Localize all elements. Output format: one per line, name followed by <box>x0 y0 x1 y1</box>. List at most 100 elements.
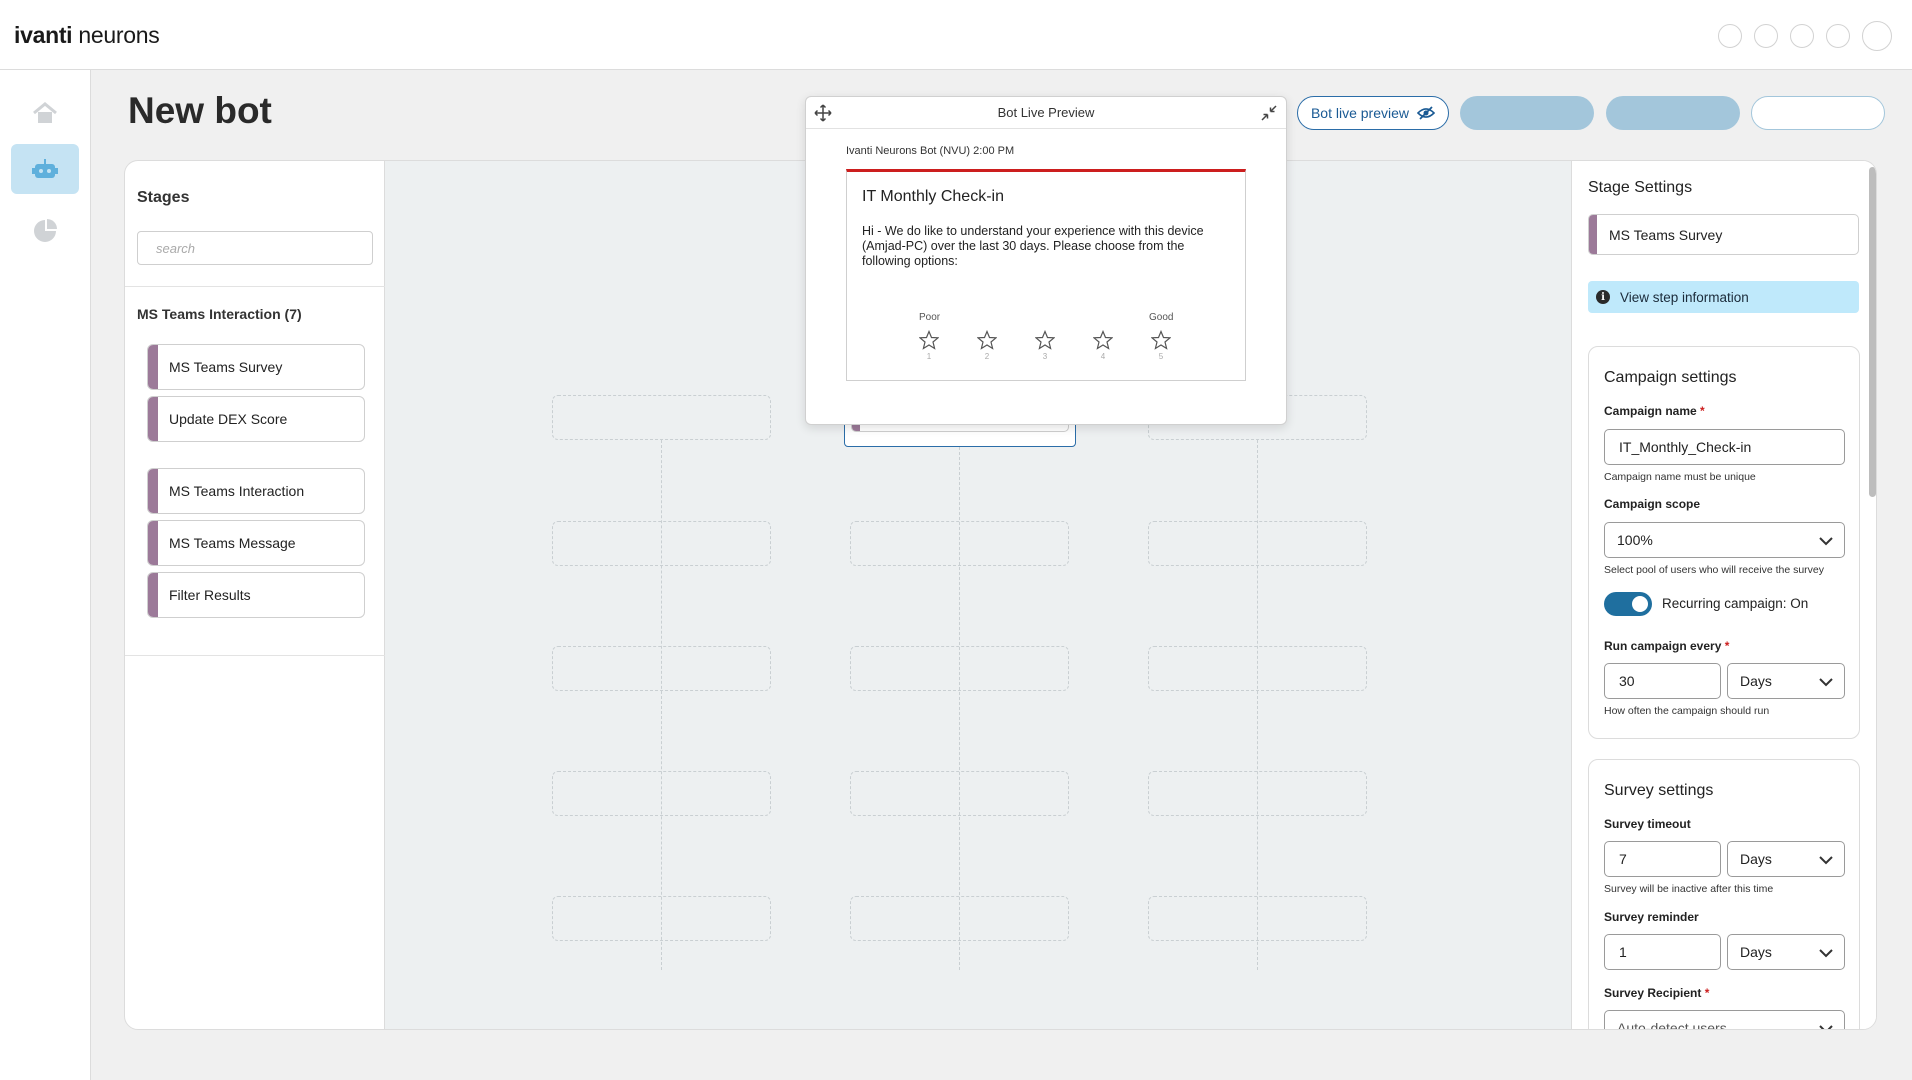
stage-marker <box>148 521 158 565</box>
stage-card-label: MS Teams Survey <box>169 359 283 375</box>
header-button-2[interactable] <box>1606 96 1740 130</box>
stage-marker <box>148 345 158 389</box>
nav-analytics[interactable] <box>11 206 79 256</box>
collapse-icon[interactable] <box>1260 104 1278 122</box>
connector-line <box>1257 440 1258 970</box>
star-icon[interactable] <box>1035 330 1055 350</box>
survey-timeout-help: Survey will be inactive after this time <box>1604 883 1774 895</box>
run-campaign-every-label: Run campaign every * <box>1604 639 1730 653</box>
run-campaign-every-input[interactable] <box>1604 663 1721 699</box>
survey-timeout-unit-select[interactable]: Days <box>1727 841 1845 877</box>
star-number: 2 <box>984 352 990 361</box>
empty-slot[interactable] <box>850 771 1069 816</box>
settings-scrollbar[interactable] <box>1869 167 1876 497</box>
survey-reminder-unit-select[interactable]: Days <box>1727 934 1845 970</box>
stage-card-label: Update DEX Score <box>169 411 288 427</box>
survey-card-body: Hi - We do like to understand your exper… <box>862 224 1204 268</box>
stage-card[interactable]: MS Teams Interaction <box>147 468 365 514</box>
stage-card[interactable]: Filter Results <box>147 572 365 618</box>
campaign-scope-value: 100% <box>1617 532 1653 548</box>
stages-title: Stages <box>137 189 190 206</box>
left-navigation <box>0 70 91 1080</box>
star-number: 4 <box>1100 352 1106 361</box>
divider <box>125 286 385 287</box>
empty-slot[interactable] <box>552 395 771 440</box>
campaign-scope-label: Campaign scope <box>1604 497 1701 511</box>
home-icon <box>33 102 57 123</box>
star-icon[interactable] <box>1093 330 1113 350</box>
survey-reminder-input[interactable] <box>1604 934 1721 970</box>
header-button-1[interactable] <box>1460 96 1594 130</box>
empty-slot[interactable] <box>552 646 771 691</box>
campaign-name-help: Campaign name must be unique <box>1604 471 1756 483</box>
survey-card-title: IT Monthly Check-in <box>862 188 1004 205</box>
preview-message-meta: Ivanti Neurons Bot (NVU) 2:00 PM <box>846 145 1015 157</box>
top-bar: ivanti neurons <box>0 0 1912 70</box>
stage-settings-title: Stage Settings <box>1588 179 1693 196</box>
star-number: 3 <box>1042 352 1048 361</box>
header-action-icon-2[interactable] <box>1754 24 1778 48</box>
preview-header[interactable]: Bot Live Preview <box>806 97 1286 129</box>
survey-recipient-select[interactable]: Auto-detect users <box>1604 1010 1845 1029</box>
empty-slot[interactable] <box>552 771 771 816</box>
empty-slot[interactable] <box>552 896 771 941</box>
bot-live-preview-button[interactable]: Bot live preview <box>1297 96 1449 130</box>
empty-slot[interactable] <box>850 521 1069 566</box>
campaign-scope-select[interactable]: 100% <box>1604 522 1845 558</box>
bot-live-preview-label: Bot live preview <box>1310 105 1410 121</box>
empty-slot[interactable] <box>1148 646 1367 691</box>
stage-marker <box>148 397 158 441</box>
stages-search-input[interactable] <box>137 231 373 265</box>
stage-selector[interactable]: MS Teams Survey <box>1588 214 1859 255</box>
divider <box>125 655 385 656</box>
stage-marker <box>1589 215 1597 254</box>
chevron-down-icon <box>1819 949 1833 958</box>
empty-slot[interactable] <box>850 646 1069 691</box>
stage-card[interactable]: MS Teams Message <box>147 520 365 566</box>
star-icon[interactable] <box>1151 330 1171 350</box>
info-icon: i <box>1596 290 1610 304</box>
bot-live-preview-window: Bot Live Preview Ivanti Neurons Bot (NVU… <box>805 96 1287 425</box>
chevron-down-icon <box>1819 678 1833 687</box>
survey-timeout-input[interactable] <box>1604 841 1721 877</box>
header-action-icon-3[interactable] <box>1790 24 1814 48</box>
stage-card-label: Filter Results <box>169 587 251 603</box>
empty-slot[interactable] <box>1148 771 1367 816</box>
campaign-scope-help: Select pool of users who will receive th… <box>1604 564 1825 576</box>
survey-settings-card: Survey settings Survey timeout Days Surv… <box>1588 759 1860 1029</box>
run-campaign-unit-value: Days <box>1740 673 1772 689</box>
survey-reminder-unit-value: Days <box>1740 944 1772 960</box>
stages-panel: Stages MS Teams Interaction (7) MS Teams… <box>125 161 385 1029</box>
move-icon[interactable] <box>814 104 832 122</box>
rating-high-label: Good <box>1149 312 1174 323</box>
star-number: 1 <box>926 352 932 361</box>
stage-card[interactable]: Update DEX Score <box>147 396 365 442</box>
view-step-information-button[interactable]: i View step information <box>1588 281 1859 313</box>
star-icon[interactable] <box>919 330 939 350</box>
header-button-3[interactable] <box>1751 96 1885 130</box>
nav-bots[interactable] <box>11 144 79 194</box>
eye-off-icon <box>1417 106 1436 120</box>
run-campaign-unit-select[interactable]: Days <box>1727 663 1845 699</box>
empty-slot[interactable] <box>850 896 1069 941</box>
stage-card-label: MS Teams Message <box>169 535 296 551</box>
star-number: 5 <box>1158 352 1164 361</box>
campaign-name-input[interactable] <box>1604 429 1845 465</box>
bot-icon <box>32 159 58 178</box>
ivanti-neurons-logo[interactable]: ivanti neurons <box>14 22 160 49</box>
recurring-campaign-toggle[interactable] <box>1604 592 1652 616</box>
nav-home[interactable] <box>11 88 79 138</box>
header-action-icon-1[interactable] <box>1718 24 1742 48</box>
stage-card[interactable]: MS Teams Survey <box>147 344 365 390</box>
view-step-information-label: View step information <box>1620 289 1749 305</box>
header-action-icon-4[interactable] <box>1826 24 1850 48</box>
survey-reminder-label: Survey reminder <box>1604 910 1699 924</box>
empty-slot[interactable] <box>1148 896 1367 941</box>
survey-timeout-label: Survey timeout <box>1604 817 1691 831</box>
rating-low-label: Poor <box>919 312 941 323</box>
page-title: New bot <box>128 90 272 131</box>
star-icon[interactable] <box>977 330 997 350</box>
empty-slot[interactable] <box>552 521 771 566</box>
user-avatar[interactable] <box>1862 21 1892 51</box>
empty-slot[interactable] <box>1148 521 1367 566</box>
